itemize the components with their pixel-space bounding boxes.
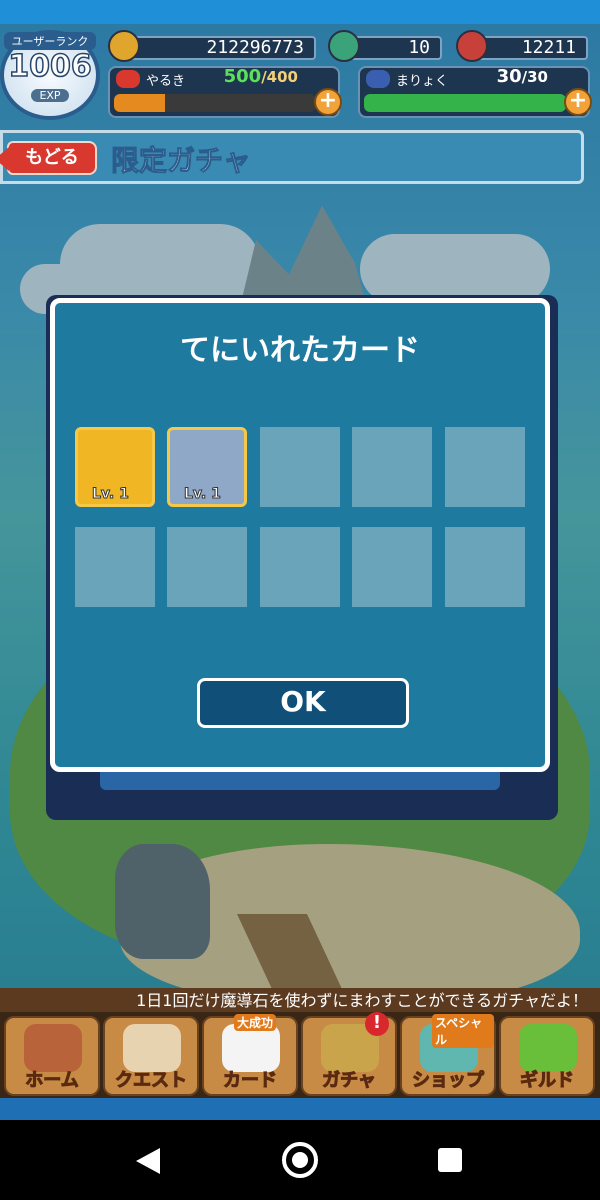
maryoku-plus-button[interactable]: + [564, 88, 592, 116]
status-bar [0, 0, 600, 24]
bottom-menu: ホーム クエスト カード 大成功 ガチャ! ショップ スペシャル ギルド [0, 1012, 600, 1098]
maryoku-value: 30/30 [497, 66, 548, 87]
yaruki-icon [116, 70, 140, 88]
yaruki-plus-button[interactable]: + [314, 88, 342, 116]
empty-card-slot [352, 527, 432, 607]
android-nav-bar [0, 1120, 600, 1200]
empty-card-slot [167, 527, 247, 607]
menu-item-label: ショップ [412, 1070, 485, 1092]
menu-item-label: ガチャ [322, 1070, 377, 1092]
exp-label: EXP [31, 89, 69, 102]
maryoku-bar [364, 94, 566, 112]
obtained-cards-dialog: てにいれたカード Lv. 1 Lv. 1 OK [50, 298, 550, 772]
menu-item-home[interactable]: ホーム [4, 1016, 100, 1096]
nav-home-icon[interactable] [282, 1142, 318, 1178]
home-icon [24, 1024, 82, 1072]
map-icon [123, 1024, 181, 1072]
underlying-button [100, 770, 500, 790]
yaruki-label: やるき [146, 74, 186, 89]
card-level: Lv. 1 [92, 486, 130, 503]
card-level: Lv. 1 [184, 486, 222, 503]
page-title-bar: もどる 限定ガチャ [0, 130, 584, 184]
top-hud: ユーザーランク 1006 EXP 212296773 10 12211 やるき … [0, 24, 600, 124]
page-title: 限定ガチャ [111, 144, 252, 178]
menu-tag: スペシャル [432, 1014, 494, 1048]
menu-item-label: カード [223, 1070, 278, 1092]
ok-button[interactable]: OK [197, 678, 409, 728]
nav-recents-icon[interactable] [438, 1148, 462, 1172]
menu-item-label: クエスト [115, 1070, 188, 1092]
maryoku-current: 30 [496, 66, 522, 87]
yaruki-current: 500 [223, 66, 262, 87]
frog-icon [519, 1024, 577, 1072]
user-rank-value: 1006 [8, 49, 93, 85]
menu-tag: 大成功 [234, 1014, 277, 1031]
yaruki-max: /400 [261, 68, 298, 86]
empty-card-slot [260, 527, 340, 607]
menu-item-label: ホーム [25, 1070, 79, 1092]
menu-item-gear[interactable]: ガチャ! [301, 1012, 397, 1096]
menu-item-label: ギルド [520, 1070, 575, 1092]
yaruki-bar [114, 94, 316, 112]
meat-icon [456, 30, 488, 62]
obtained-card[interactable]: Lv. 1 [167, 427, 247, 507]
nav-back-icon[interactable] [136, 1148, 160, 1174]
menu-item-map[interactable]: クエスト [103, 1016, 199, 1096]
empty-card-slot [352, 427, 432, 507]
obtained-card[interactable]: Lv. 1 [75, 427, 155, 507]
magic-stone-icon [328, 30, 360, 62]
dialog-title: てにいれたカード [180, 333, 420, 368]
maryoku-bar-fill [364, 94, 566, 112]
bottom-strip [0, 1098, 600, 1120]
card-icon [222, 1024, 280, 1072]
menu-item-card[interactable]: カード 大成功 [202, 1014, 298, 1096]
empty-card-slot [445, 527, 525, 607]
coin-icon [108, 30, 140, 62]
yaruki-bar-fill [114, 94, 165, 112]
user-rank-label: ユーザーランク [4, 32, 96, 50]
user-rank-badge[interactable]: ユーザーランク 1006 EXP [0, 30, 100, 120]
maryoku-meter: まりょく 30/30 + [358, 66, 592, 118]
maryoku-max: /30 [521, 68, 548, 86]
empty-card-slot [260, 427, 340, 507]
back-button[interactable]: もどる [0, 141, 97, 175]
yaruki-meter: やるき 500/400 + [108, 66, 342, 118]
empty-card-slot [75, 527, 155, 607]
maryoku-label: まりょく [396, 74, 449, 89]
menu-item-shell[interactable]: ショップ スペシャル [400, 1014, 496, 1096]
menu-item-frog[interactable]: ギルド [499, 1016, 595, 1096]
info-marquee: 1日1回だけ魔導石を使わずにまわすことができるガチャだよ！ [0, 988, 600, 1014]
maryoku-icon [366, 70, 390, 88]
empty-card-slot [445, 427, 525, 507]
yaruki-value: 500/400 [224, 66, 298, 87]
alert-badge: ! [365, 1012, 389, 1036]
coin-counter: 212296773 [120, 36, 316, 60]
